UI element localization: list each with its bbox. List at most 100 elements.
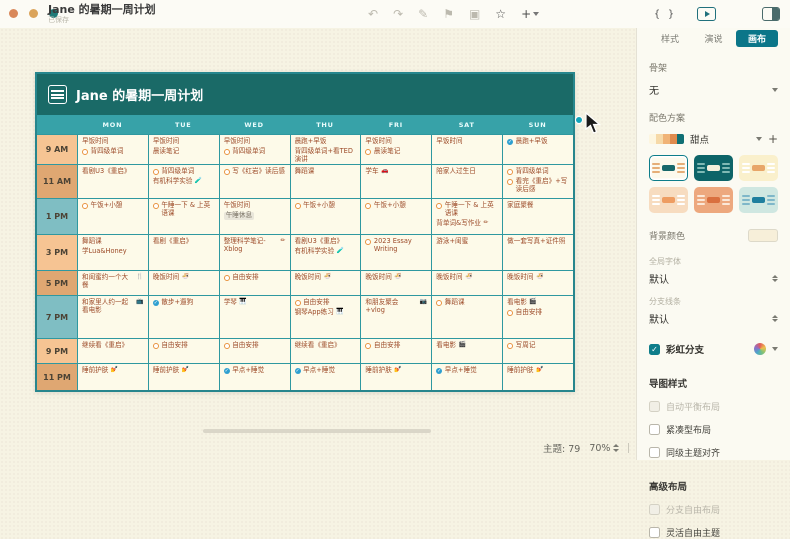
table-cell[interactable]: 午睡一下 & 上英语课背单词&写作业✏ xyxy=(431,198,502,234)
table-cell[interactable]: 看电影🎬自由安排 xyxy=(502,295,573,338)
table-cell[interactable]: 早饭时间晨读笔记 xyxy=(360,134,431,164)
theme-thumbnail-4[interactable] xyxy=(649,187,688,213)
horizontal-scrollbar[interactable] xyxy=(203,429,431,433)
rainbow-branch-row[interactable]: ✓ 彩虹分支 xyxy=(649,342,778,356)
theme-thumbnail-6[interactable] xyxy=(739,187,778,213)
table-cell[interactable]: 2023 Essay Writing xyxy=(360,234,431,270)
table-cell[interactable]: 午饭时间午睡休息 xyxy=(219,198,290,234)
table-cell[interactable]: 背四级单词有机科学实验🧪 xyxy=(148,164,219,198)
table-cell[interactable]: 自由安排 xyxy=(148,338,219,363)
table-cell[interactable]: 做一套写真+证件照 xyxy=(502,234,573,270)
time-label[interactable]: 11 PM xyxy=(37,363,77,390)
table-cell[interactable]: 晚饭时间🍜 xyxy=(502,270,573,295)
background-color-swatch[interactable] xyxy=(748,229,778,242)
table-cell[interactable]: 午睡一下 & 上英语课 xyxy=(148,198,219,234)
table-cell[interactable]: 学车🚗 xyxy=(360,164,431,198)
table-cell[interactable]: 陪家人过生日 xyxy=(431,164,502,198)
table-cell[interactable]: 早饭时间背四级单词 xyxy=(219,134,290,164)
theme-thumbnail-3[interactable] xyxy=(739,155,778,181)
option-紧凑型布局[interactable]: 紧凑型布局 xyxy=(649,423,778,436)
skeleton-select[interactable]: 无 xyxy=(649,82,778,97)
option-灵活自由主题[interactable]: 灵活自由主题 xyxy=(649,526,778,539)
table-cell[interactable]: 和朋友聚会+vlog📷 xyxy=(360,295,431,338)
table-title-banner[interactable]: Jane 的暑期一周计划 xyxy=(37,74,573,115)
table-cell[interactable]: 写《红岩》读后感 xyxy=(219,164,290,198)
time-label[interactable]: 1 PM xyxy=(37,198,77,234)
schedule-table[interactable]: Jane 的暑期一周计划 MONTUEWEDTHUFRISATSUN 9 AM早… xyxy=(35,72,575,392)
table-cell[interactable]: ✓早点+睡觉 xyxy=(290,363,361,390)
table-cell[interactable]: 睡前护肤💅 xyxy=(502,363,573,390)
table-cell[interactable]: 自由安排 xyxy=(219,270,290,295)
table-cell[interactable]: 继续看《重启》 xyxy=(290,338,361,363)
add-scheme-icon[interactable]: + xyxy=(768,132,778,146)
panel-tab-演说[interactable]: 演说 xyxy=(693,30,735,47)
sidebar-toggle-icon[interactable] xyxy=(762,7,780,21)
table-cell[interactable]: 晚饭时间🍜 xyxy=(431,270,502,295)
selection-handle[interactable] xyxy=(575,116,583,124)
fullscreen-icon[interactable]: { } xyxy=(654,9,675,20)
minimize-button[interactable] xyxy=(29,9,38,18)
table-cell[interactable]: 晨跑+早饭背四级单词+看TED演讲 xyxy=(290,134,361,164)
time-label[interactable]: 5 PM xyxy=(37,270,77,295)
table-cell[interactable]: 午饭+小憩 xyxy=(77,198,148,234)
zoom-stepper-icon[interactable] xyxy=(613,444,619,452)
flag-icon[interactable]: ⚑ xyxy=(443,7,454,21)
rainbow-wheel-icon[interactable] xyxy=(754,343,766,355)
table-cell[interactable]: 睡前护肤💅 xyxy=(77,363,148,390)
undo-icon[interactable]: ↶ xyxy=(368,7,378,21)
table-cell[interactable]: 晚饭时间🍜 xyxy=(360,270,431,295)
table-cell[interactable]: ✓晨跑+早饭 xyxy=(502,134,573,164)
table-cell[interactable]: 写周记 xyxy=(502,338,573,363)
time-label[interactable]: 7 PM xyxy=(37,295,77,338)
checkbox[interactable] xyxy=(649,527,660,538)
table-cell[interactable]: 整理科学笔记-Xblog✏ xyxy=(219,234,290,270)
table-cell[interactable]: 看电影🎬 xyxy=(431,338,502,363)
zoom-control[interactable]: 70% xyxy=(589,443,619,454)
theme-thumbnail-1[interactable] xyxy=(649,155,688,181)
table-cell[interactable]: 和闺蜜约一个大餐🍴 xyxy=(77,270,148,295)
theme-thumbnail-2[interactable] xyxy=(694,155,733,181)
marker-icon[interactable]: ✎ xyxy=(418,7,428,21)
redo-icon[interactable]: ↷ xyxy=(393,7,403,21)
time-label[interactable]: 9 PM xyxy=(37,338,77,363)
table-cell[interactable]: 舞蹈课 xyxy=(431,295,502,338)
table-cell[interactable]: 早饭时间晨读笔记 xyxy=(148,134,219,164)
rainbow-branch-checkbox[interactable]: ✓ xyxy=(649,344,660,355)
time-label[interactable]: 11 AM xyxy=(37,164,77,198)
time-label[interactable]: 3 PM xyxy=(37,234,77,270)
table-cell[interactable]: ✓早点+睡觉 xyxy=(219,363,290,390)
table-cell[interactable]: 游泳+闺蜜 xyxy=(431,234,502,270)
table-cell[interactable]: 自由安排 xyxy=(219,338,290,363)
table-cell[interactable]: 家庭聚餐 xyxy=(502,198,573,234)
table-cell[interactable]: ✓早点+睡觉 xyxy=(431,363,502,390)
close-button[interactable] xyxy=(9,9,18,18)
table-cell[interactable]: 午饭+小憩 xyxy=(360,198,431,234)
theme-thumbnail-5[interactable] xyxy=(694,187,733,213)
table-cell[interactable]: 舞蹈课学Lua&Honey xyxy=(77,234,148,270)
star-icon[interactable]: ☆ xyxy=(495,7,506,21)
time-label[interactable]: 9 AM xyxy=(37,134,77,164)
present-play-icon[interactable] xyxy=(697,7,716,21)
option-同级主题对齐[interactable]: 同级主题对齐 xyxy=(649,446,778,459)
table-cell[interactable]: 早饭时间背四级单词 xyxy=(77,134,148,164)
table-cell[interactable]: 睡前护肤💅 xyxy=(148,363,219,390)
table-cell[interactable]: 午饭+小憩 xyxy=(290,198,361,234)
table-cell[interactable]: 早饭时间 xyxy=(431,134,502,164)
branch-line-select[interactable]: 默认 xyxy=(649,311,778,326)
table-cell[interactable]: 晚饭时间🍜 xyxy=(148,270,219,295)
checkbox[interactable] xyxy=(649,424,660,435)
table-cell[interactable]: 学琴🎹 xyxy=(219,295,290,338)
table-cell[interactable]: ✓散步+遛狗 xyxy=(148,295,219,338)
table-cell[interactable]: 背四级单词看完《重启》+写读后感 xyxy=(502,164,573,198)
table-cell[interactable]: 看剧U3《重启》 xyxy=(77,164,148,198)
table-cell[interactable]: 和家里人约一起看电影📺 xyxy=(77,295,148,338)
table-cell[interactable]: 看剧《重启》 xyxy=(148,234,219,270)
table-cell[interactable]: 晚饭时间🍜 xyxy=(290,270,361,295)
table-cell[interactable]: 自由安排 xyxy=(360,338,431,363)
table-cell[interactable]: 继续看《重启》 xyxy=(77,338,148,363)
color-scheme-select[interactable]: 甜点 + xyxy=(649,132,778,146)
table-cell[interactable]: 睡前护肤💅 xyxy=(360,363,431,390)
global-font-select[interactable]: 默认 xyxy=(649,271,778,286)
insert-plus-icon[interactable]: + xyxy=(521,7,539,21)
table-cell[interactable]: 舞蹈课 xyxy=(290,164,361,198)
